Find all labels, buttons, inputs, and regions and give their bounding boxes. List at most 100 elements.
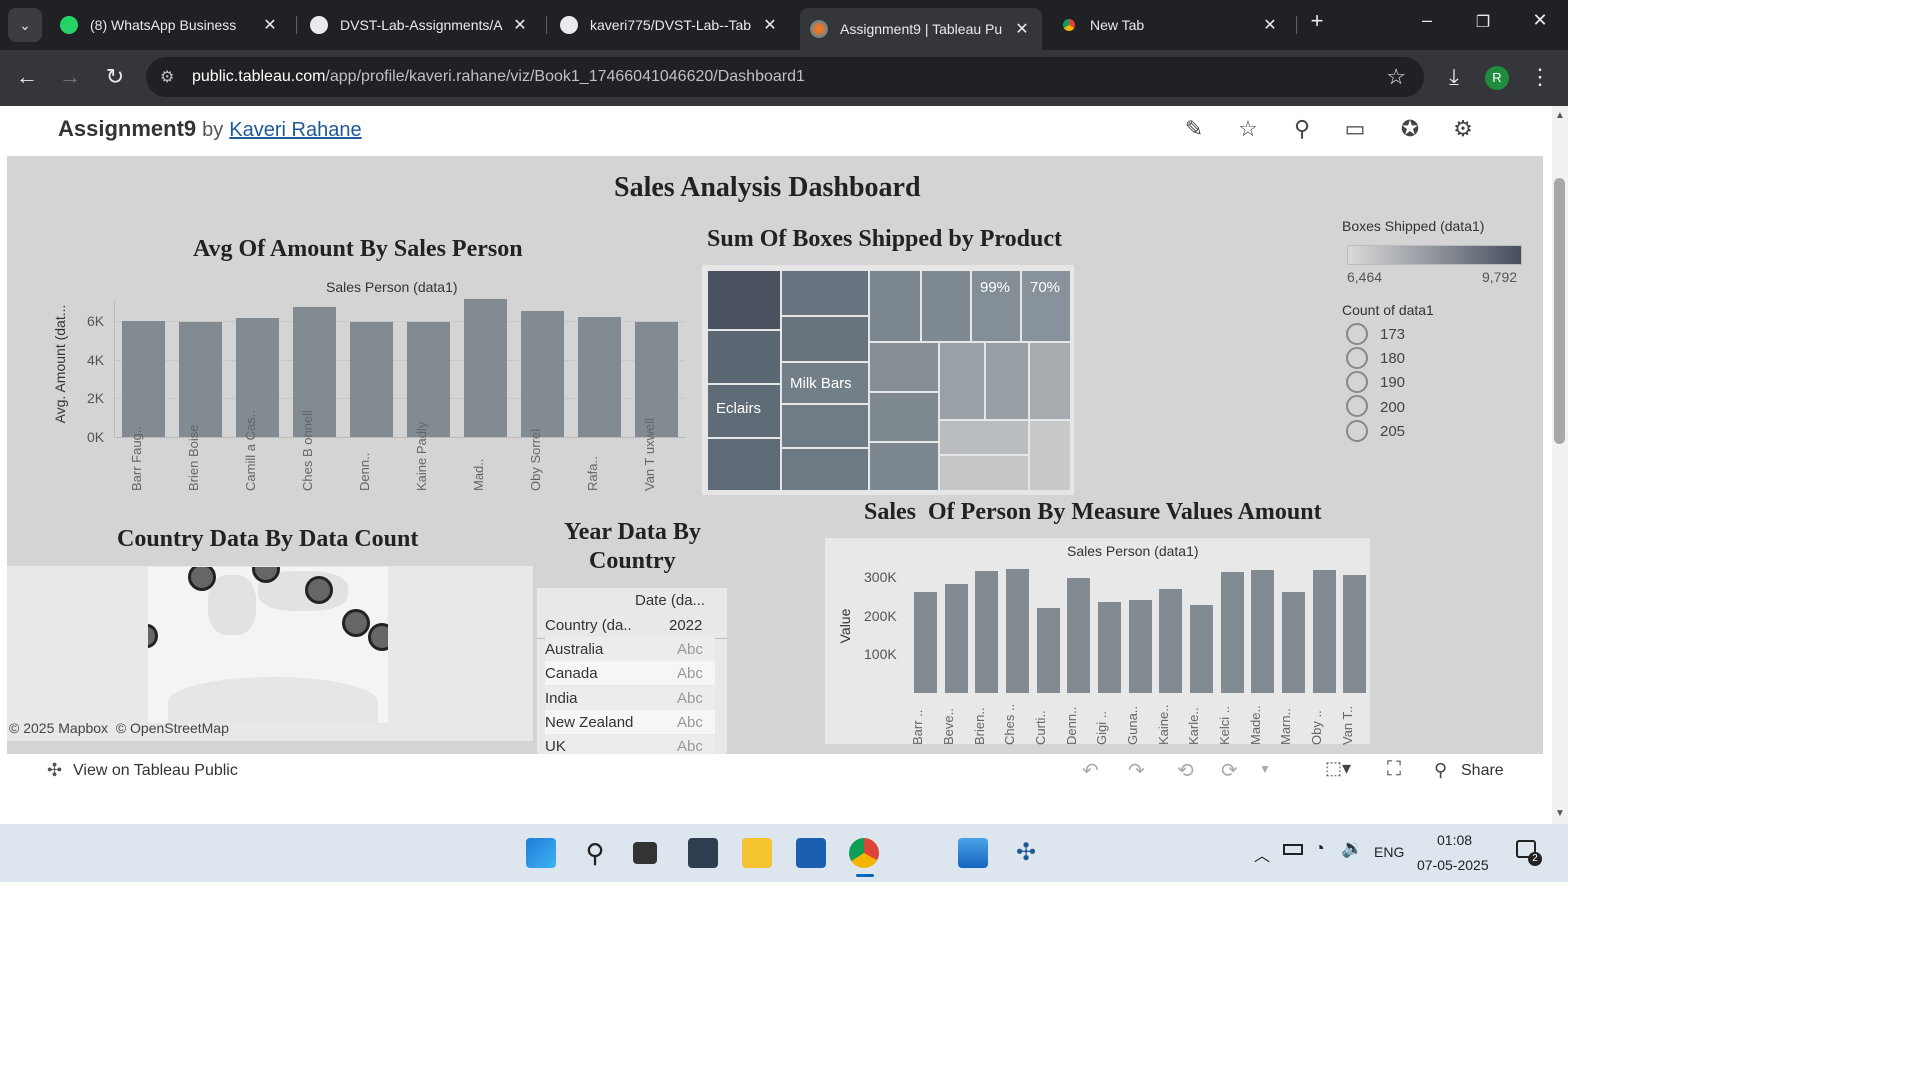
chart2-bar[interactable] — [1097, 601, 1121, 693]
download-menu-icon[interactable]: ⬚▾ — [1325, 758, 1351, 779]
pause-dropdown-icon[interactable]: ▼ — [1259, 762, 1271, 776]
search-icon[interactable]: ⚲ — [580, 838, 610, 868]
chart2-bar[interactable] — [975, 571, 999, 693]
profile-avatar[interactable]: R — [1485, 66, 1509, 90]
clock-time[interactable]: 01:08 — [1437, 832, 1472, 848]
settings-gear-icon[interactable]: ⚙ — [1449, 116, 1477, 144]
fullscreen-icon[interactable]: ⛶ — [1387, 758, 1401, 781]
chart2-bar[interactable] — [1281, 591, 1305, 693]
scroll-thumb[interactable] — [1554, 178, 1565, 444]
restore-icon[interactable]: ❐ — [1468, 12, 1498, 32]
forward-icon[interactable]: → — [56, 64, 84, 90]
widgets-icon[interactable] — [688, 838, 718, 868]
tray-chevron-icon[interactable]: ︿ — [1254, 842, 1270, 866]
chrome-taskbar-icon[interactable] — [849, 838, 879, 868]
treemap-cell[interactable] — [707, 330, 781, 384]
close-tab-icon[interactable]: ✕ — [260, 15, 280, 35]
view-on-tableau-link[interactable]: View on Tableau Public — [73, 762, 238, 780]
treemap-cell[interactable] — [869, 342, 939, 392]
chrome-menu-icon[interactable]: ⋮ — [1526, 64, 1554, 90]
chart2-bar[interactable] — [944, 584, 968, 693]
map-marker[interactable] — [148, 624, 158, 648]
treemap-cell[interactable] — [869, 442, 939, 491]
address-bar[interactable]: ⚙ public.tableau.com/app/profile/kaveri.… — [146, 57, 1424, 97]
chart2-bar[interactable] — [1189, 605, 1213, 693]
treemap-cell[interactable] — [939, 420, 1029, 455]
treemap-cell[interactable] — [781, 448, 869, 491]
wifi-icon[interactable]: ◔ — [1314, 838, 1325, 859]
refresh-icon[interactable]: ⟳ — [1221, 758, 1238, 783]
treemap-cell[interactable] — [921, 270, 971, 342]
chart1-bar[interactable] — [464, 299, 507, 437]
edit-icon[interactable]: ✎ — [1180, 116, 1208, 144]
undo-icon[interactable]: ↶ — [1082, 758, 1099, 783]
share-footer-icon[interactable]: ⚲ — [1434, 760, 1447, 781]
reload-icon[interactable]: ↻ — [101, 64, 129, 90]
treemap-cell[interactable] — [1029, 342, 1071, 420]
treemap-cell[interactable] — [707, 438, 781, 491]
treemap-cell[interactable] — [781, 316, 869, 362]
share-icon[interactable]: ⚲ — [1288, 116, 1316, 144]
scroll-down-arrow[interactable]: ▼ — [1555, 808, 1565, 819]
windows-start-icon[interactable] — [526, 838, 556, 868]
close-tab-icon[interactable]: ✕ — [1260, 15, 1280, 35]
close-tab-icon[interactable]: ✕ — [760, 15, 780, 35]
tab-tableau[interactable]: Assignment9 | Tableau Pu ✕ — [800, 8, 1042, 50]
file-explorer-icon[interactable] — [742, 838, 772, 868]
redo-icon[interactable]: ↷ — [1128, 758, 1145, 783]
clock-date[interactable]: 07-05-2025 — [1417, 857, 1489, 873]
chart1-bar[interactable] — [407, 321, 450, 437]
treemap-cell[interactable] — [781, 404, 869, 448]
tab-github-2[interactable]: kaveri775/DVST-Lab--Tab ✕ — [550, 8, 790, 42]
map-marker[interactable] — [342, 609, 370, 637]
chart2-bar[interactable] — [1343, 575, 1367, 693]
chart2-bar[interactable] — [913, 592, 937, 693]
chart1-bar[interactable] — [521, 311, 564, 437]
chart2-bar[interactable] — [1067, 578, 1091, 693]
treemap-cell[interactable]: Milk Bars — [781, 362, 869, 404]
treemap-cell[interactable] — [985, 342, 1029, 420]
language-indicator[interactable]: ENG — [1374, 844, 1404, 860]
present-icon[interactable]: ▭ — [1341, 116, 1369, 144]
map-marker[interactable] — [368, 623, 388, 651]
chart1-bar[interactable] — [350, 321, 393, 437]
treemap-cell[interactable] — [939, 342, 985, 420]
tab-github-1[interactable]: DVST-Lab-Assignments/A ✕ — [300, 8, 540, 42]
world-map[interactable] — [148, 567, 388, 723]
treemap-cell[interactable] — [707, 270, 781, 330]
download-icon[interactable]: ⤓ — [1440, 64, 1468, 90]
battery-icon[interactable] — [1283, 844, 1303, 855]
treemap-cell[interactable] — [869, 270, 921, 342]
chart1-bar[interactable] — [122, 320, 165, 437]
task-view-icon[interactable] — [633, 842, 657, 864]
chart2-bar[interactable] — [1128, 599, 1152, 693]
treemap-cell[interactable] — [781, 270, 869, 316]
tab-whatsapp[interactable]: (8) WhatsApp Business ✕ — [50, 8, 290, 42]
new-tab-button[interactable]: + — [1302, 8, 1332, 34]
chart2-bar[interactable] — [1251, 569, 1275, 693]
map-marker[interactable] — [305, 576, 333, 604]
revert-icon[interactable]: ⟲ — [1177, 758, 1194, 783]
site-info-icon[interactable]: ⚙ — [160, 67, 174, 87]
chart2-bar[interactable] — [1159, 588, 1183, 693]
store-icon[interactable] — [796, 838, 826, 868]
chart1-bar[interactable] — [179, 321, 222, 437]
close-tab-icon[interactable]: ✕ — [510, 15, 530, 35]
bookmark-star-icon[interactable]: ☆ — [1386, 64, 1406, 90]
treemap-cell[interactable] — [939, 455, 1029, 491]
treemap-cell[interactable]: Eclairs — [707, 384, 781, 438]
page-scrollbar[interactable]: ▲ ▼ — [1552, 106, 1568, 824]
close-window-icon[interactable]: ✕ — [1525, 10, 1555, 31]
treemap[interactable]: 99% 70% Eclairs Milk Bars — [702, 265, 1074, 495]
volume-icon[interactable]: 🔉 — [1341, 838, 1363, 859]
chart2-bar[interactable] — [1036, 608, 1060, 693]
chart2-bar[interactable] — [1005, 568, 1029, 693]
badge-icon[interactable]: ✪ — [1396, 116, 1424, 144]
back-icon[interactable]: ← — [13, 64, 41, 90]
share-button[interactable]: Share — [1461, 762, 1504, 780]
photos-icon[interactable] — [958, 838, 988, 868]
favorite-star-icon[interactable]: ☆ — [1234, 116, 1262, 144]
close-tab-icon[interactable]: ✕ — [1012, 19, 1032, 39]
tab-search-button[interactable]: ⌄ — [8, 8, 42, 42]
treemap-cell[interactable]: 99% — [971, 270, 1021, 342]
